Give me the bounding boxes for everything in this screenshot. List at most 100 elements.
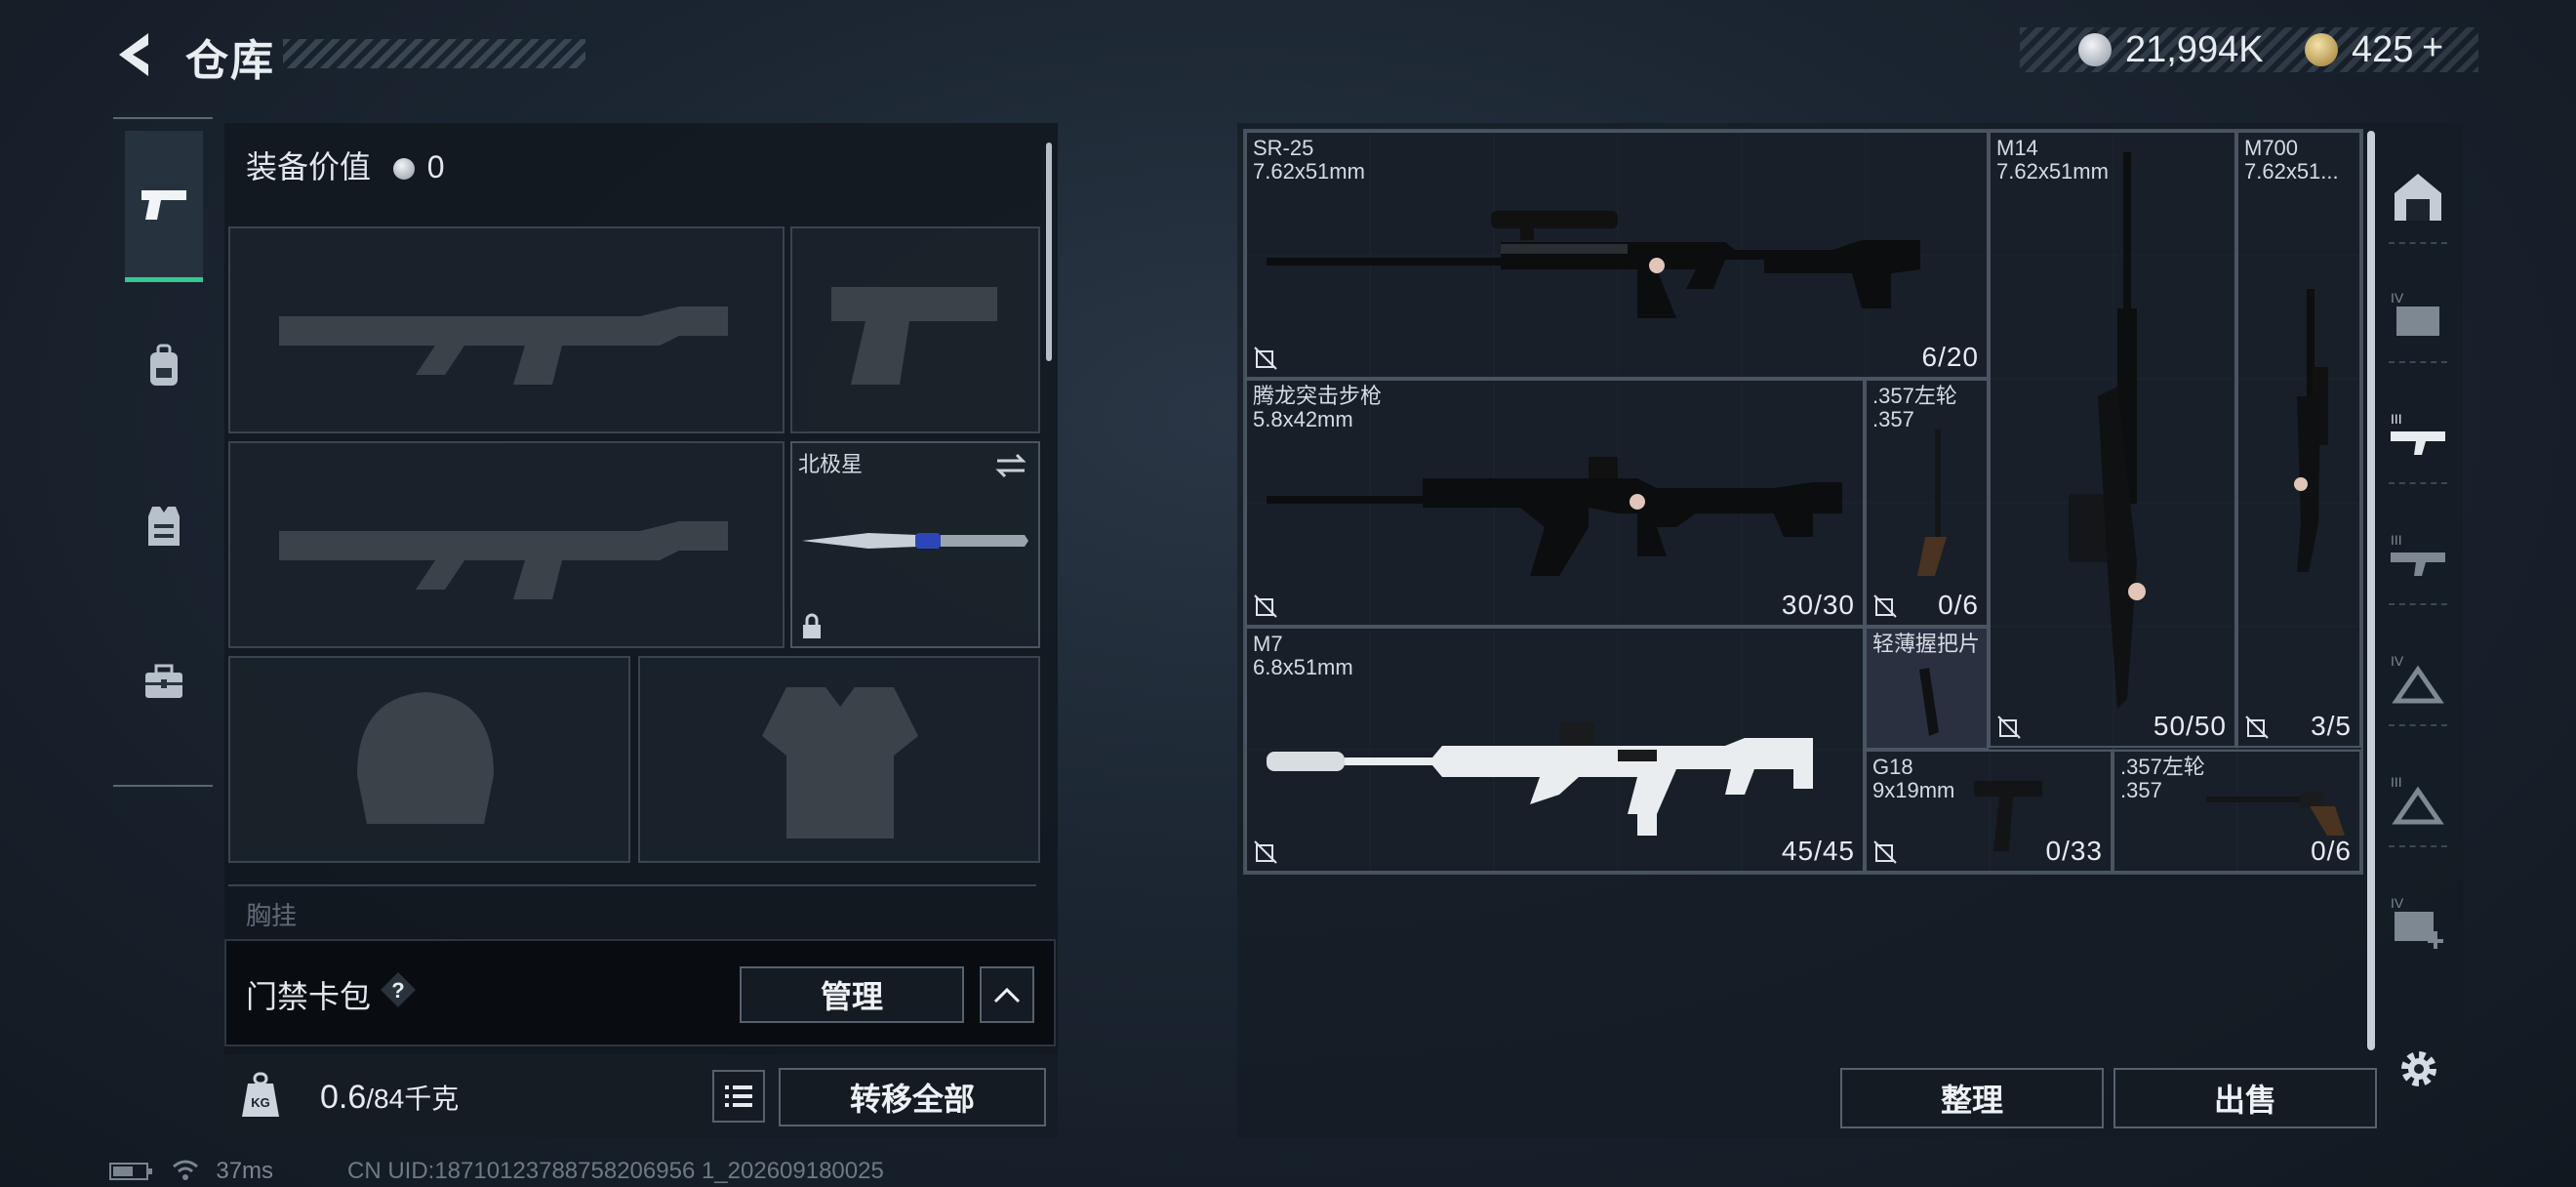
title-stripe (283, 39, 585, 68)
gear-icon[interactable] (2395, 1044, 2443, 1093)
back-arrow-icon[interactable] (109, 27, 164, 82)
m7-rifle-icon (1267, 722, 1813, 836)
chest-rig-label: 胸挂 (246, 901, 298, 930)
case-iv-icon[interactable]: IV (2387, 285, 2449, 348)
sell-button[interactable]: 出售 (2113, 1068, 2377, 1128)
help-icon[interactable]: ? (379, 970, 418, 1009)
player-uid: CN UID:18710123788758206956 1_2026091800… (347, 1158, 884, 1184)
currency-bar: 21,994K 425 + (2020, 27, 2478, 72)
rifle-silhouette-icon (279, 307, 728, 385)
no-insurance-icon (1254, 840, 1277, 864)
svg-text:III: III (2391, 532, 2402, 548)
svg-text:IV: IV (2391, 895, 2404, 911)
carry-weight: 0.6/84千克 (320, 1078, 459, 1117)
revolver-icon (2206, 793, 2345, 836)
rifle-iii-icon[interactable]: III (2387, 406, 2449, 469)
toolbox-icon (145, 664, 182, 698)
carry-weight-capacity: /84千克 (366, 1084, 460, 1114)
stash-item-m7[interactable]: M7 6.8x51mm 45/45 (1245, 627, 1865, 873)
battery-icon (109, 1163, 152, 1180)
backpack-icon (150, 344, 178, 386)
helmet-iii-icon[interactable]: III (2387, 769, 2449, 832)
silver-coin-amount: 21,994K (2125, 29, 2264, 70)
tab-weapons[interactable] (125, 131, 203, 282)
m14-rifle-icon (2069, 152, 2146, 709)
primary-weapon-slot-1[interactable] (228, 226, 785, 433)
kg-label: KG (251, 1095, 270, 1110)
silver-coin-icon (2078, 33, 2112, 66)
vest-icon (148, 507, 180, 546)
help-glyph: ? (391, 978, 404, 1003)
svg-text:IV: IV (2391, 290, 2404, 306)
loadout-scrollbar[interactable] (1046, 143, 1052, 361)
carry-weight-current: 0.6 (320, 1079, 367, 1116)
medkit-iv-icon[interactable]: IV (2387, 890, 2449, 953)
weight-kg-icon: KG (242, 1072, 279, 1117)
stash-item-sr25[interactable]: SR-25 7.62x51mm 6/20 (1245, 131, 1989, 379)
no-insurance-icon (1997, 716, 2021, 739)
stash-item-grip-panel[interactable]: 轻薄握把片 (1865, 627, 1989, 750)
no-insurance-icon (1873, 840, 1897, 864)
pistol-icon (141, 190, 186, 220)
no-insurance-icon (1254, 347, 1277, 370)
smg-iii-icon[interactable]: III (2387, 527, 2449, 590)
item-name: .357左轮 (2120, 755, 2205, 779)
stash-item-357-revolver[interactable]: .357左轮 .357 0/6 (1865, 379, 1989, 627)
item-quantity: 45/45 (1781, 836, 1855, 866)
card-pack-label: 门禁卡包 (246, 979, 372, 1014)
melee-slot[interactable]: 北极星 (790, 441, 1040, 648)
page-title: 仓库 (185, 37, 275, 85)
revolver-icon (1917, 430, 1947, 576)
manage-button[interactable]: 管理 (740, 966, 964, 1023)
item-name: G18 (1872, 755, 1913, 779)
pistol-slot[interactable] (790, 226, 1040, 433)
stash-scrollbar[interactable] (2367, 131, 2375, 1050)
stash-item-tenglong-rifle[interactable]: 腾龙突击步枪 5.8x42mm 30/30 (1245, 379, 1865, 627)
helmet-iv-icon[interactable]: IV (2387, 648, 2449, 711)
transfer-all-button[interactable]: 转移全部 (779, 1068, 1046, 1126)
item-quantity: 6/20 (1921, 342, 1979, 372)
home-icon[interactable] (2387, 166, 2449, 228)
chevron-up-icon[interactable] (980, 966, 1034, 1023)
item-quantity: 0/6 (1938, 590, 1979, 620)
item-name: 腾龙突击步枪 (1253, 384, 1383, 408)
body-armor-slot[interactable] (638, 656, 1040, 863)
tab-armor[interactable] (125, 453, 203, 599)
item-name: .357左轮 (1872, 384, 1957, 408)
item-quantity: 0/6 (2311, 836, 2352, 866)
item-quantity: 30/30 (1781, 590, 1855, 620)
lock-icon (803, 613, 821, 638)
item-quantity: 50/50 (2153, 711, 2227, 741)
svg-text:III: III (2391, 411, 2402, 427)
item-quantity: 3/5 (2311, 711, 2352, 741)
helmet-slot[interactable] (228, 656, 630, 863)
stash-item-357-revolver[interactable]: .357左轮 .357 0/6 (2113, 750, 2361, 873)
swap-icon[interactable] (993, 451, 1028, 480)
stash-item-m14[interactable]: M14 7.62x51mm 50/50 (1989, 131, 2236, 748)
item-name: 轻薄握把片 (1872, 632, 1981, 656)
chest-rig-row[interactable]: 胸挂 (228, 884, 1036, 930)
stash-grid: SR-25 7.62x51mm 6/20 M14 7.62x51mm 50/50 (1243, 129, 2363, 875)
no-insurance-icon (1254, 594, 1277, 618)
grip-panel-icon (1919, 668, 1939, 736)
divider (2389, 242, 2447, 244)
equipment-value: 装备价值 0 (246, 143, 445, 187)
divider (2389, 603, 2447, 605)
sort-button[interactable]: 整理 (1840, 1068, 2104, 1128)
helmet-silhouette-icon (357, 692, 494, 824)
stash-item-m700[interactable]: M700 7.62x51... 3/5 (2236, 131, 2361, 748)
armor-silhouette-icon (762, 687, 918, 839)
tab-backpack[interactable] (125, 293, 203, 439)
item-caliber: .357 (2120, 778, 2162, 802)
category-tabbar (113, 117, 213, 787)
divider (2389, 724, 2447, 726)
no-insurance-icon (2245, 716, 2269, 739)
list-icon[interactable] (712, 1070, 765, 1123)
primary-weapon-slot-2[interactable] (228, 441, 785, 648)
stash-item-g18[interactable]: G18 9x19mm 0/33 (1865, 750, 2113, 873)
item-name: M700 (2244, 136, 2299, 160)
sr25-rifle-icon (1267, 211, 1920, 318)
tab-supplies[interactable] (125, 609, 203, 756)
add-gold-button[interactable]: + (2422, 27, 2443, 69)
divider (2389, 361, 2447, 363)
